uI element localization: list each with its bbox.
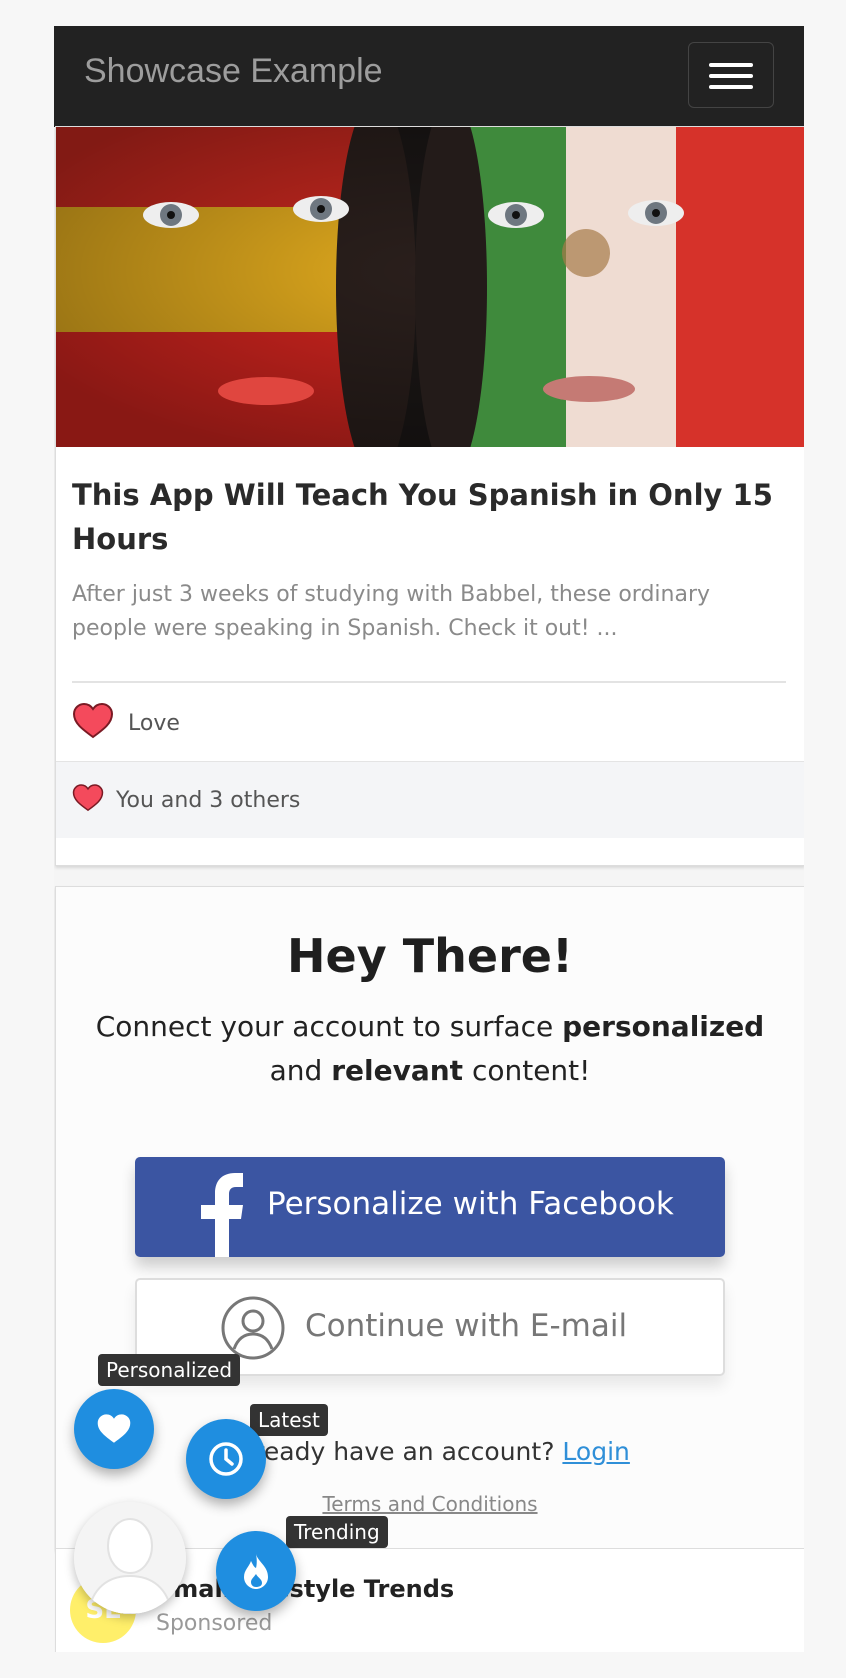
heart-icon (97, 1414, 131, 1443)
facebook-login-button[interactable]: Personalize with Facebook (135, 1157, 725, 1257)
sponsor-title[interactable]: Small Lifestyle Trends (156, 1575, 454, 1603)
facebook-button-label: Personalize with Facebook (267, 1186, 674, 1222)
article-image[interactable] (56, 127, 804, 447)
brand-title[interactable]: Showcase Example (84, 52, 383, 91)
trending-fab-button[interactable] (216, 1531, 296, 1611)
heart-icon (72, 784, 104, 816)
reaction-summary: You and 3 others (56, 761, 804, 838)
sponsor-subtitle: Sponsored (156, 1611, 273, 1636)
facebook-icon (201, 1173, 243, 1257)
terms-link[interactable]: Terms and Conditions (56, 1492, 804, 1516)
login-link[interactable]: Login (562, 1437, 629, 1466)
navbar: Showcase Example (54, 26, 804, 127)
personalize-card: Hey There! Connect your account to surfa… (55, 886, 804, 1550)
user-icon (221, 1296, 285, 1360)
clock-icon (209, 1442, 243, 1476)
article-card[interactable]: This App Will Teach You Spanish in Only … (55, 126, 804, 866)
hamburger-menu-icon[interactable] (688, 42, 774, 108)
login-prompt: Already have an account? Login (230, 1437, 630, 1466)
personalized-tooltip: Personalized (98, 1354, 241, 1386)
user-silhouette-icon (74, 1502, 186, 1614)
app-frame: Showcase Example This App Will Teach You… (54, 26, 804, 1652)
trending-tooltip: Trending (286, 1516, 388, 1548)
article-excerpt: After just 3 weeks of studying with Babb… (72, 582, 711, 641)
article-title[interactable]: This App Will Teach You Spanish in Only … (72, 473, 792, 561)
love-reaction-button[interactable]: Love (72, 701, 180, 745)
personalize-heading: Hey There! (287, 929, 573, 983)
heart-icon (72, 702, 114, 743)
latest-tooltip: Latest (250, 1404, 328, 1436)
personalize-text: Connect your account to surface personal… (95, 1010, 765, 1087)
email-button-label: Continue with E-mail (305, 1308, 628, 1344)
fire-icon (244, 1554, 268, 1589)
personalized-fab-button[interactable] (74, 1389, 154, 1469)
reaction-count: You and 3 others (116, 787, 301, 813)
divider (72, 681, 786, 683)
love-label: Love (128, 710, 180, 736)
profile-avatar[interactable] (74, 1502, 186, 1614)
latest-fab-button[interactable] (186, 1419, 266, 1499)
